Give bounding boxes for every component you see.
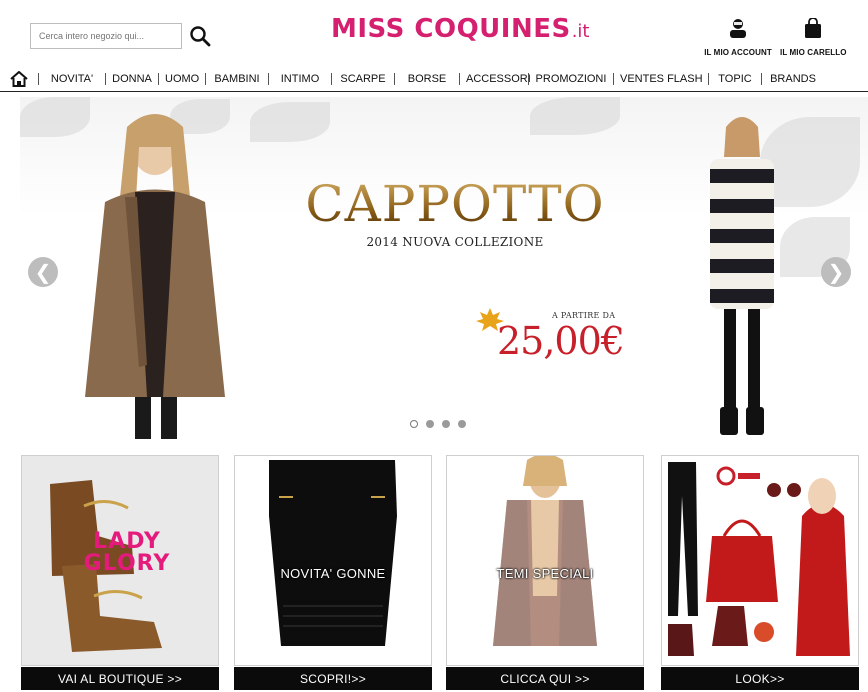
chevron-left-icon: ❮: [34, 260, 52, 284]
logo-tld: .it: [571, 21, 590, 42]
tile-cta-button[interactable]: VAI AL BOUTIQUE >>: [21, 667, 219, 690]
tile-image: LADY GLORY: [21, 455, 219, 666]
tile-overlay-text: TEMI SPECIALI: [496, 566, 594, 581]
nav-item-brands[interactable]: BRANDS: [762, 73, 824, 85]
tile-cta-button[interactable]: CLICCA QUI >>: [446, 667, 644, 690]
cardigan-image: [493, 456, 597, 646]
tile-image: [661, 455, 859, 666]
main-nav: NOVITA' DONNA UOMO BAMBINI INTIMO SCARPE BORSE…: [0, 66, 868, 92]
search-input[interactable]: [31, 24, 181, 48]
banner-subtitle: 2014 NUOVA COLLEZIONE: [366, 235, 544, 249]
nav-item-donna[interactable]: DONNA: [106, 73, 158, 85]
nav-item-borse[interactable]: BORSE: [395, 73, 459, 85]
nav-item-topic[interactable]: TOPIC: [709, 73, 761, 85]
model-left-image: [85, 114, 225, 439]
logo-line-2: GLORY: [83, 551, 171, 576]
logo-text: MISS COQUINES: [331, 14, 571, 44]
nav-item-intimo[interactable]: INTIMO: [269, 73, 331, 85]
carousel-prev-button[interactable]: ❮: [28, 257, 58, 287]
nav-item-promozioni[interactable]: PROMOZIONI: [529, 73, 613, 85]
decor-leaf: [250, 102, 330, 142]
promo-tile-gonne[interactable]: NOVITA' GONNE SCOPRI!>>: [234, 455, 432, 690]
tile-image: TEMI SPECIALI: [446, 455, 644, 666]
cart-link[interactable]: IL MIO CARELLO: [780, 18, 846, 60]
site-logo[interactable]: MISS COQUINES .it: [331, 14, 589, 54]
cart-label: IL MIO CARELLO: [780, 48, 847, 57]
model-right-image: [710, 117, 774, 435]
tile-image: NOVITA' GONNE: [234, 455, 432, 666]
search-icon[interactable]: [189, 25, 211, 47]
nav-item-accessori[interactable]: ACCESSORI: [460, 73, 531, 85]
decor-leaf: [530, 97, 620, 135]
nav-home[interactable]: [0, 70, 38, 87]
tile-overlay-text: NOVITA' GONNE: [280, 566, 386, 581]
carousel-dots: [410, 420, 466, 428]
lady-glory-logo: LADY GLORY: [62, 531, 192, 575]
carousel-dot[interactable]: [442, 420, 450, 428]
promo-tile-lady-glory[interactable]: LADY GLORY VAI AL BOUTIQUE >>: [21, 455, 219, 690]
nav-item-bambini[interactable]: BAMBINI: [206, 73, 268, 85]
price-value: 25,00€: [497, 319, 625, 363]
carousel-dot[interactable]: [458, 420, 466, 428]
carousel-dot[interactable]: [410, 420, 418, 428]
tile-cta-button[interactable]: SCOPRI!>>: [234, 667, 432, 690]
nav-items: NOVITA' DONNA UOMO BAMBINI INTIMO SCARPE BORSE…: [38, 72, 868, 85]
account-label: IL MIO ACCOUNT: [704, 48, 772, 57]
nav-item-uomo[interactable]: UOMO: [159, 73, 205, 85]
tile-cta-button[interactable]: LOOK>>: [661, 667, 859, 690]
search-box[interactable]: [30, 23, 182, 49]
logo-line-1: LADY: [93, 529, 161, 554]
chevron-right-icon: ❯: [827, 260, 845, 284]
shopping-bag-icon: [805, 18, 821, 38]
account-link[interactable]: IL MIO ACCOUNT: [702, 18, 774, 60]
carousel-dot[interactable]: [426, 420, 434, 428]
user-icon: [730, 19, 746, 38]
promo-tile-temi[interactable]: TEMI SPECIALI CLICCA QUI >>: [446, 455, 644, 690]
banner-title: CAPPOTTO: [290, 175, 620, 233]
nav-item-novita[interactable]: NOVITA': [39, 73, 105, 85]
nav-item-scarpe[interactable]: SCARPE: [332, 73, 394, 85]
home-icon: [10, 70, 28, 87]
hero-banner[interactable]: CAPPOTTO 2014 NUOVA COLLEZIONE A PARTIRE…: [20, 97, 868, 439]
look-collage-image: [668, 462, 850, 656]
nav-item-ventes-flash[interactable]: VENTES FLASH: [614, 73, 708, 85]
skirt-image: [269, 460, 397, 646]
promo-tile-look[interactable]: LOOK>>: [661, 455, 859, 690]
carousel-next-button[interactable]: ❯: [821, 257, 851, 287]
